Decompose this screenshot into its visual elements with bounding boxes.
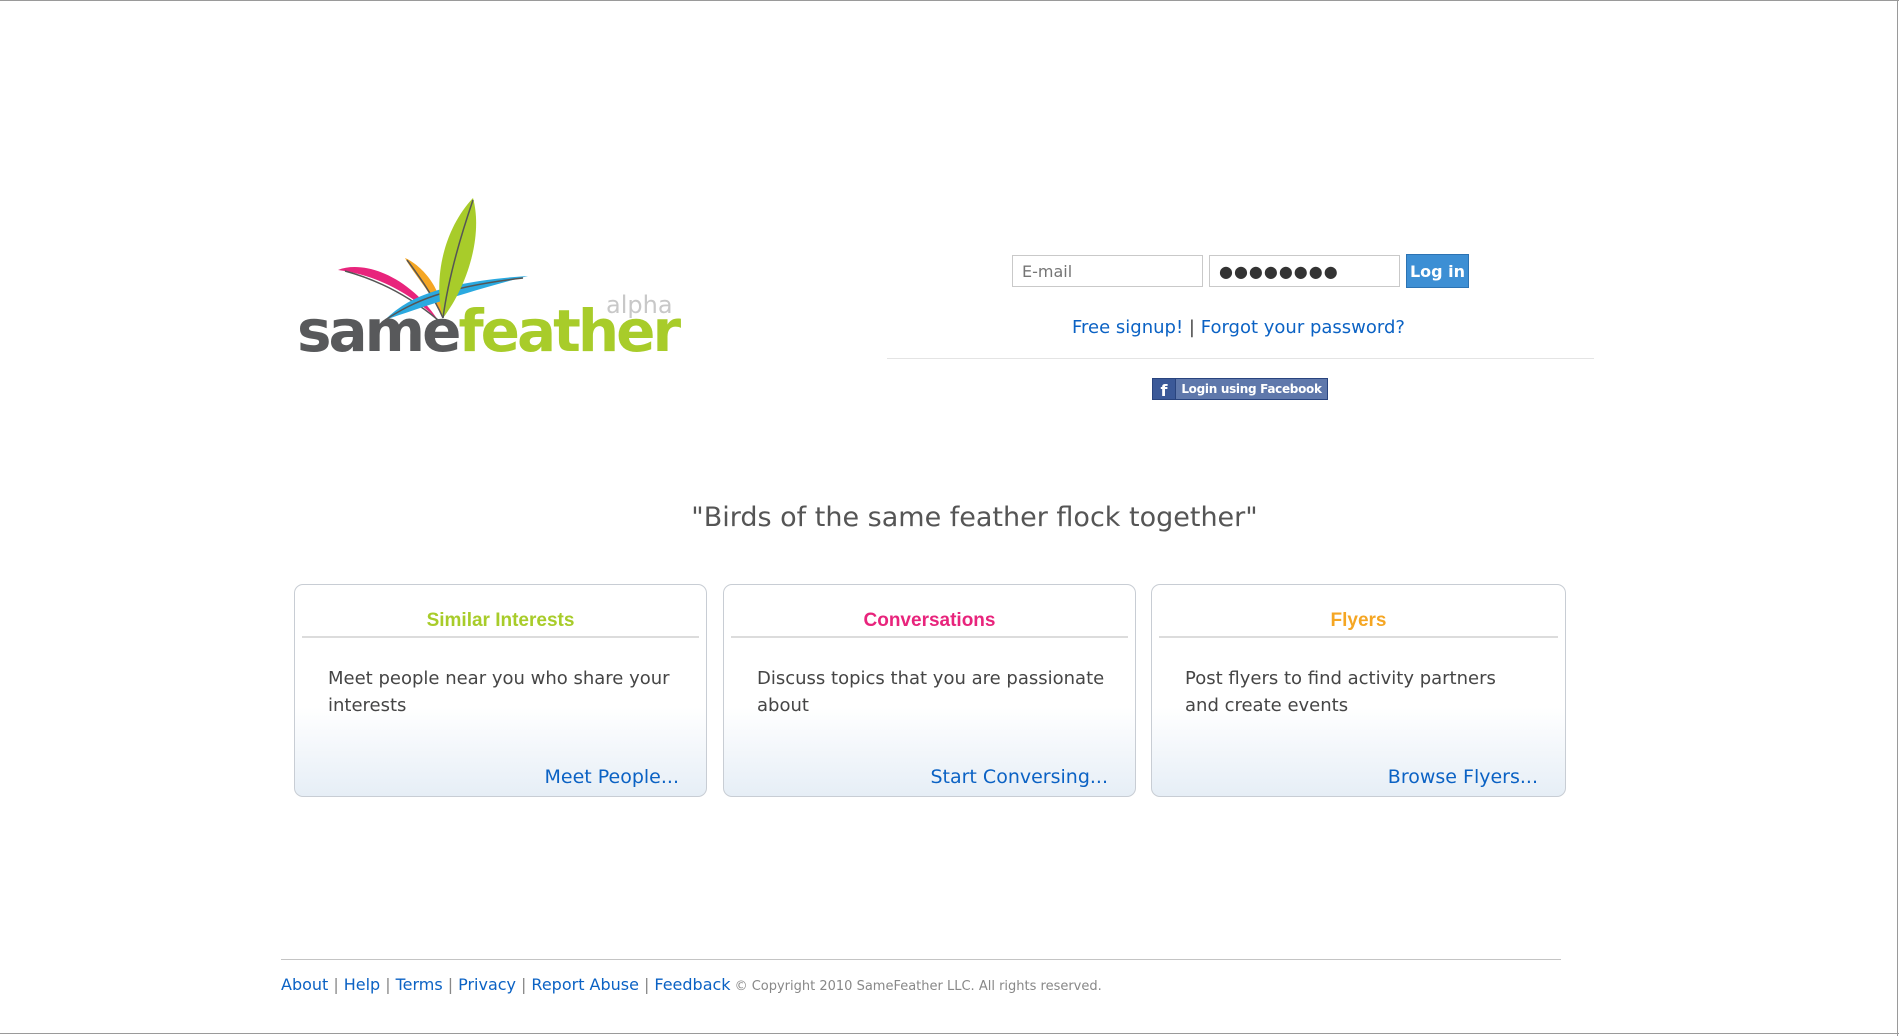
card-title: Conversations: [731, 610, 1128, 638]
footer-link-terms[interactable]: Terms: [396, 975, 443, 994]
footer-separator: |: [333, 975, 339, 994]
login-form: Log in: [1012, 254, 1469, 288]
tagline: "Birds of the same feather flock togethe…: [691, 502, 1258, 533]
card-description: Post flyers to find activity partners an…: [1185, 668, 1496, 716]
card-title: Flyers: [1159, 610, 1558, 638]
site-logo[interactable]: samefeather alpha: [293, 190, 683, 380]
login-links: Free signup! | Forgot your password?: [1072, 317, 1405, 338]
feature-card-flyers: Flyers Post flyers to find activity part…: [1151, 584, 1566, 797]
card-title: Similar Interests: [302, 610, 699, 638]
copyright-text: © Copyright 2010 SameFeather LLC. All ri…: [734, 979, 1102, 994]
footer-separator: |: [385, 975, 391, 994]
facebook-login-label: Login using Facebook: [1181, 382, 1322, 396]
card-description: Discuss topics that you are passionate a…: [757, 668, 1105, 716]
footer-link-about[interactable]: About: [281, 975, 328, 994]
footer-separator: |: [447, 975, 454, 994]
footer-divider: [281, 959, 1561, 960]
alpha-badge: alpha: [606, 291, 673, 319]
login-links-separator: |: [1188, 317, 1195, 338]
window-top-border: [0, 0, 1899, 1]
login-divider: [887, 358, 1594, 359]
start-conversing-link[interactable]: Start Conversing...: [930, 766, 1108, 788]
footer-separator: |: [521, 975, 527, 994]
feature-card-similar-interests: Similar Interests Meet people near you w…: [294, 584, 707, 797]
footer-link-report-abuse[interactable]: Report Abuse: [531, 975, 639, 994]
footer-link-help[interactable]: Help: [344, 975, 380, 994]
forgot-password-link[interactable]: Forgot your password?: [1201, 317, 1405, 338]
meet-people-link[interactable]: Meet People...: [544, 766, 679, 788]
password-input[interactable]: [1209, 255, 1400, 287]
login-button[interactable]: Log in: [1406, 254, 1469, 288]
footer-link-feedback[interactable]: Feedback: [654, 975, 730, 994]
free-signup-link[interactable]: Free signup!: [1072, 317, 1183, 338]
window-bottom-border: [0, 1033, 1899, 1034]
footer-link-privacy[interactable]: Privacy: [458, 975, 516, 994]
card-description: Meet people near you who share your inte…: [328, 668, 670, 716]
email-input[interactable]: [1012, 255, 1203, 287]
facebook-icon: f: [1153, 379, 1176, 399]
browse-flyers-link[interactable]: Browse Flyers...: [1388, 766, 1538, 788]
feature-card-conversations: Conversations Discuss topics that you ar…: [723, 584, 1136, 797]
footer: About | Help | Terms | Privacy | Report Abuse | Fe…: [281, 975, 1102, 994]
logo-word-same: same: [297, 297, 461, 365]
facebook-login-button[interactable]: f Login using Facebook: [1152, 378, 1328, 400]
footer-separator: |: [643, 975, 650, 994]
